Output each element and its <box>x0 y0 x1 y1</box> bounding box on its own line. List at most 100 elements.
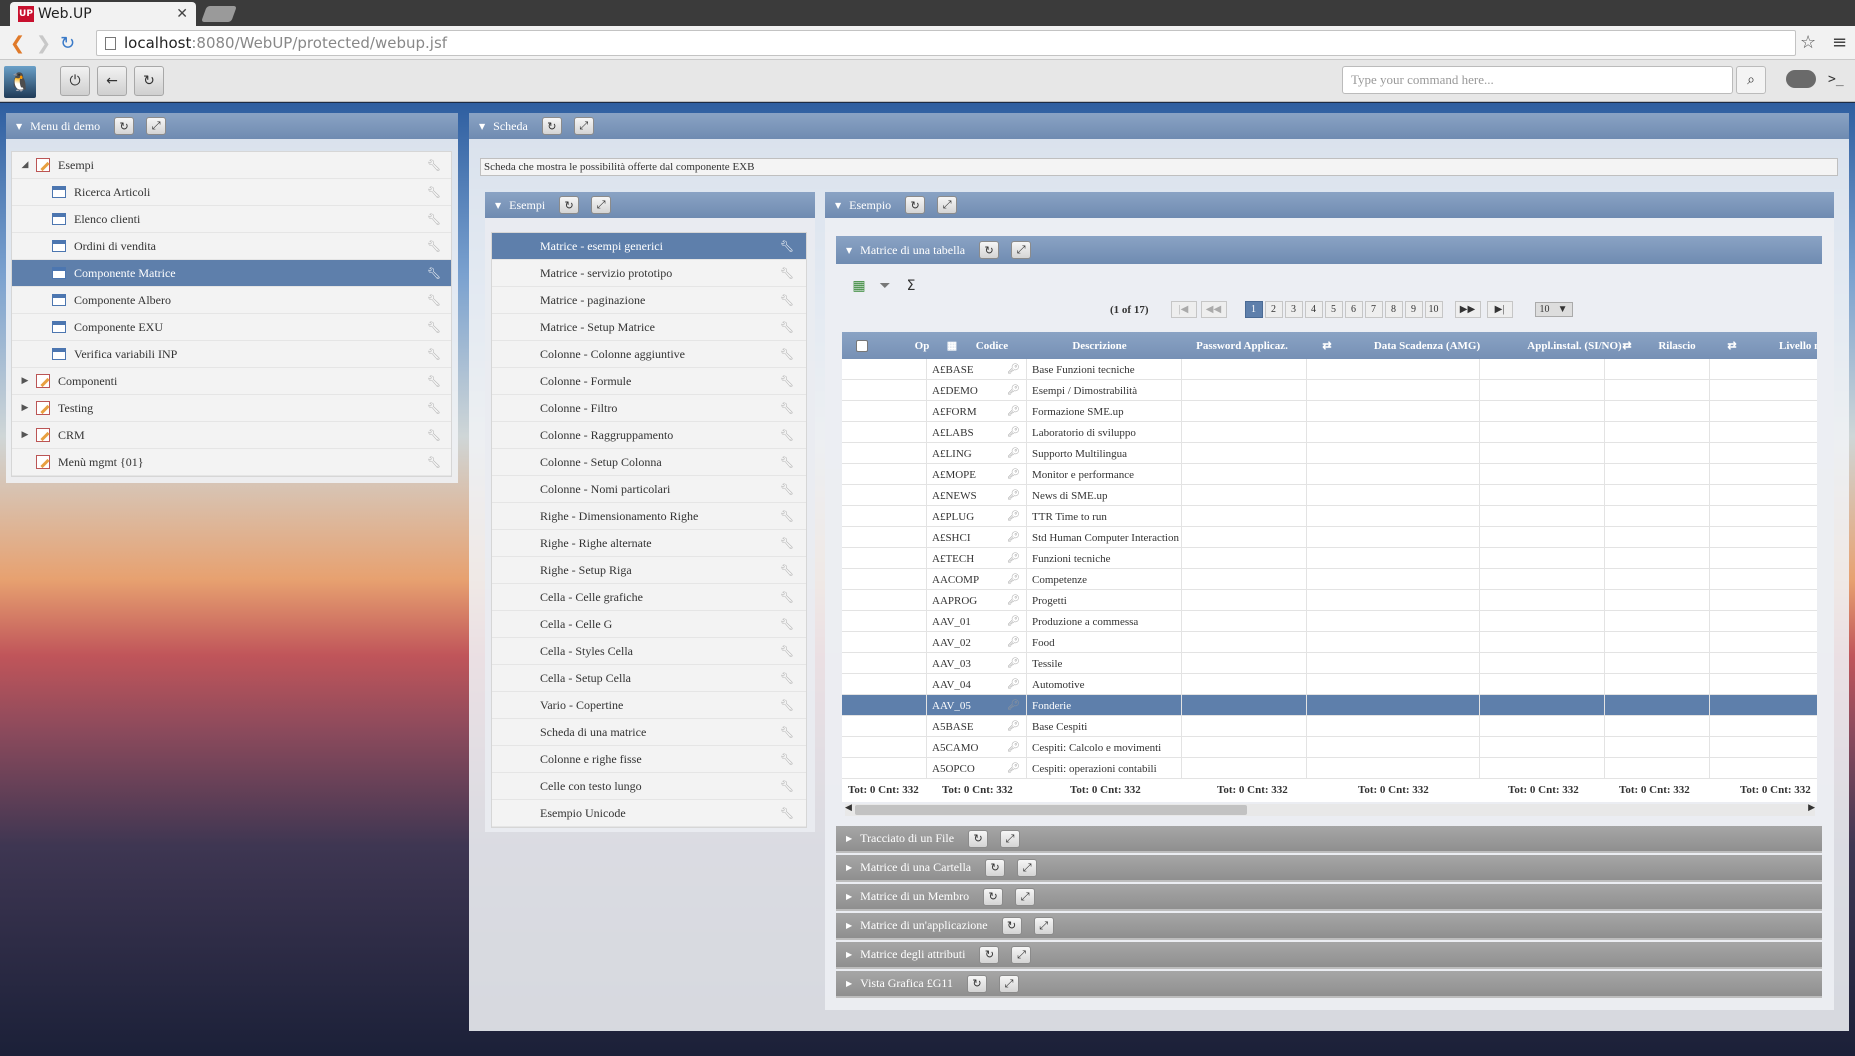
tree-item[interactable]: Componente EXU 🔧︎ <box>12 314 451 341</box>
esempi-list-item[interactable]: Righe - Righe alternate 🔧︎ <box>492 530 806 557</box>
key-icon[interactable]: 🔑︎ <box>1007 448 1020 459</box>
scrollbar-thumb[interactable] <box>855 805 1247 815</box>
wrench-icon[interactable]: 🔧︎ <box>780 672 794 685</box>
table-row[interactable]: A£DEMO 🔑︎ Esempi / Dimostrabilità <box>842 380 1817 401</box>
collapse-icon[interactable]: ▼ <box>495 201 501 210</box>
wrench-icon[interactable]: 🔧︎ <box>780 483 794 496</box>
tree-item[interactable]: Menù mgmt {01} 🔧︎ <box>12 449 451 476</box>
table-row[interactable]: AAPROG 🔑︎ Progetti <box>842 590 1817 611</box>
table-row[interactable]: A£TECH 🔑︎ Funzioni tecniche <box>842 548 1817 569</box>
wrench-icon[interactable]: 🔧︎ <box>780 267 794 280</box>
esempi-list-item[interactable]: Cella - Styles Cella 🔧︎ <box>492 638 806 665</box>
tree-item[interactable]: ▶ Componenti 🔧︎ <box>12 368 451 395</box>
refresh-icon[interactable]: ↻ <box>985 858 1006 877</box>
page-number-button[interactable]: 10 <box>1424 301 1443 318</box>
wrench-icon[interactable]: 🔧︎ <box>427 294 441 307</box>
export-excel-icon[interactable]: ▦ <box>851 278 867 294</box>
key-icon[interactable]: 🔑︎ <box>1007 658 1020 669</box>
wrench-icon[interactable]: 🔧︎ <box>780 321 794 334</box>
table-row[interactable]: A£NEWS 🔑︎ News di SME.up <box>842 485 1817 506</box>
collapsed-section[interactable]: ▶ Matrice di un Membro ↻ ⤢ <box>836 884 1822 911</box>
table-row[interactable]: A5BASE 🔑︎ Base Cespiti <box>842 716 1817 737</box>
esempi-list-item[interactable]: Matrice - servizio prototipo 🔧︎ <box>492 260 806 287</box>
wrench-icon[interactable]: 🔧︎ <box>780 429 794 442</box>
col-data-scadenza[interactable]: Data Scadenza (AMG) <box>1347 332 1507 359</box>
sum-icon[interactable]: Σ <box>903 278 919 294</box>
expanded-arrow-icon[interactable]: ◢ <box>18 160 32 170</box>
wrench-icon[interactable]: 🔧︎ <box>780 564 794 577</box>
page-number-button[interactable]: 1 <box>1244 301 1263 318</box>
wrench-icon[interactable]: 🔧︎ <box>780 456 794 469</box>
key-icon[interactable]: 🔑︎ <box>1007 679 1020 690</box>
wrench-icon[interactable]: 🔧︎ <box>780 375 794 388</box>
esempi-list-item[interactable]: Colonne - Raggruppamento 🔧︎ <box>492 422 806 449</box>
refresh-button[interactable]: ↻ <box>134 66 164 96</box>
collapsed-section[interactable]: ▶ Tracciato di un File ↻ ⤢ <box>836 826 1822 853</box>
wrench-icon[interactable]: 🔧︎ <box>780 294 794 307</box>
collapsed-arrow-icon[interactable]: ▶ <box>18 403 32 413</box>
column-chooser-icon[interactable]: ▦ <box>942 332 962 359</box>
table-row[interactable]: A£BASE 🔑︎ Base Funzioni tecniche <box>842 359 1817 380</box>
table-row[interactable]: AACOMP 🔑︎ Competenze <box>842 569 1817 590</box>
tree-item[interactable]: ▶ Testing 🔧︎ <box>12 395 451 422</box>
refresh-icon[interactable]: ↻ <box>968 829 989 848</box>
esempi-list-item[interactable]: Vario - Copertine 🔧︎ <box>492 692 806 719</box>
table-row[interactable]: AAV_05 🔑︎ Fonderie <box>842 695 1817 716</box>
refresh-icon[interactable]: ↻ <box>559 196 580 214</box>
wrench-icon[interactable]: 🔧︎ <box>780 591 794 604</box>
esempi-list-item[interactable]: Esempio Unicode 🔧︎ <box>492 800 806 827</box>
tree-item[interactable]: ▶ CRM 🔧︎ <box>12 422 451 449</box>
select-all-checkbox[interactable] <box>856 339 868 352</box>
tree-item[interactable]: Elenco clienti 🔧︎ <box>12 206 451 233</box>
collapse-icon[interactable]: ▼ <box>479 122 485 131</box>
collapse-icon[interactable]: ▼ <box>835 201 841 210</box>
key-icon[interactable]: 🔑︎ <box>1007 700 1020 711</box>
esempi-list-item[interactable]: Colonne - Setup Colonna 🔧︎ <box>492 449 806 476</box>
table-row[interactable]: A5CAMO 🔑︎ Cespiti: Calcolo e movimenti <box>842 737 1817 758</box>
maximize-icon[interactable]: ⤢ <box>573 117 594 135</box>
maximize-icon[interactable]: ⤢ <box>998 974 1019 993</box>
esempi-list-item[interactable]: Celle con testo lungo 🔧︎ <box>492 773 806 800</box>
key-icon[interactable]: 🔑︎ <box>1007 532 1020 543</box>
new-tab-button[interactable] <box>201 6 237 22</box>
bookmark-star-icon[interactable]: ☆ <box>1800 32 1816 53</box>
refresh-icon[interactable]: ↻ <box>541 117 562 135</box>
expand-arrow-icon[interactable]: ▶ <box>846 834 852 843</box>
wrench-icon[interactable]: 🔧︎ <box>427 456 441 469</box>
wrench-icon[interactable]: 🔧︎ <box>780 699 794 712</box>
table-row[interactable]: A£LING 🔑︎ Supporto Multilingua <box>842 443 1817 464</box>
refresh-icon[interactable]: ↻ <box>966 974 987 993</box>
table-row[interactable]: A£FORM 🔑︎ Formazione SME.up <box>842 401 1817 422</box>
maximize-icon[interactable]: ⤢ <box>937 196 958 214</box>
maximize-icon[interactable]: ⤢ <box>1011 241 1032 259</box>
tree-item[interactable]: Componente Matrice 🔧︎ <box>12 260 451 287</box>
wrench-icon[interactable]: 🔧︎ <box>780 348 794 361</box>
forward-icon[interactable]: ❯ <box>36 33 51 54</box>
back-icon[interactable]: ❮ <box>10 33 25 54</box>
cloud-icon[interactable] <box>1786 70 1816 88</box>
last-page-button[interactable]: ▶| <box>1486 301 1513 318</box>
collapsed-arrow-icon[interactable]: ▶ <box>18 430 32 440</box>
first-page-button[interactable]: |◀ <box>1170 301 1197 318</box>
esempi-list-item[interactable]: Matrice - Setup Matrice 🔧︎ <box>492 314 806 341</box>
wrench-icon[interactable]: 🔧︎ <box>780 726 794 739</box>
maximize-icon[interactable]: ⤢ <box>1017 858 1038 877</box>
esempi-list-item[interactable]: Matrice - paginazione 🔧︎ <box>492 287 806 314</box>
scroll-right-icon[interactable]: ▶ <box>1808 802 1815 813</box>
next-page-button[interactable]: ▶▶ <box>1454 301 1481 318</box>
wrench-icon[interactable]: 🔧︎ <box>780 780 794 793</box>
key-icon[interactable]: 🔑︎ <box>1007 385 1020 396</box>
terminal-icon[interactable]: >_ <box>1828 72 1844 87</box>
key-icon[interactable]: 🔑︎ <box>1007 721 1020 732</box>
page-number-button[interactable]: 7 <box>1364 301 1383 318</box>
browser-tab[interactable]: UP Web.UP ✕ <box>10 2 196 26</box>
wrench-icon[interactable]: 🔧︎ <box>780 537 794 550</box>
key-icon[interactable]: 🔑︎ <box>1007 490 1020 501</box>
wrench-icon[interactable]: 🔧︎ <box>780 645 794 658</box>
close-tab-icon[interactable]: ✕ <box>176 6 188 22</box>
collapsed-section[interactable]: ▶ Vista Grafica £G11 ↻ ⤢ <box>836 971 1822 998</box>
tree-item[interactable]: Verifica variabili INP 🔧︎ <box>12 341 451 368</box>
column-link-icon[interactable]: ⇄ <box>1317 332 1337 359</box>
horizontal-scrollbar[interactable]: ◀ ▶ <box>845 802 1815 816</box>
tree-item[interactable]: ◢ Esempi 🔧︎ <box>12 152 451 179</box>
